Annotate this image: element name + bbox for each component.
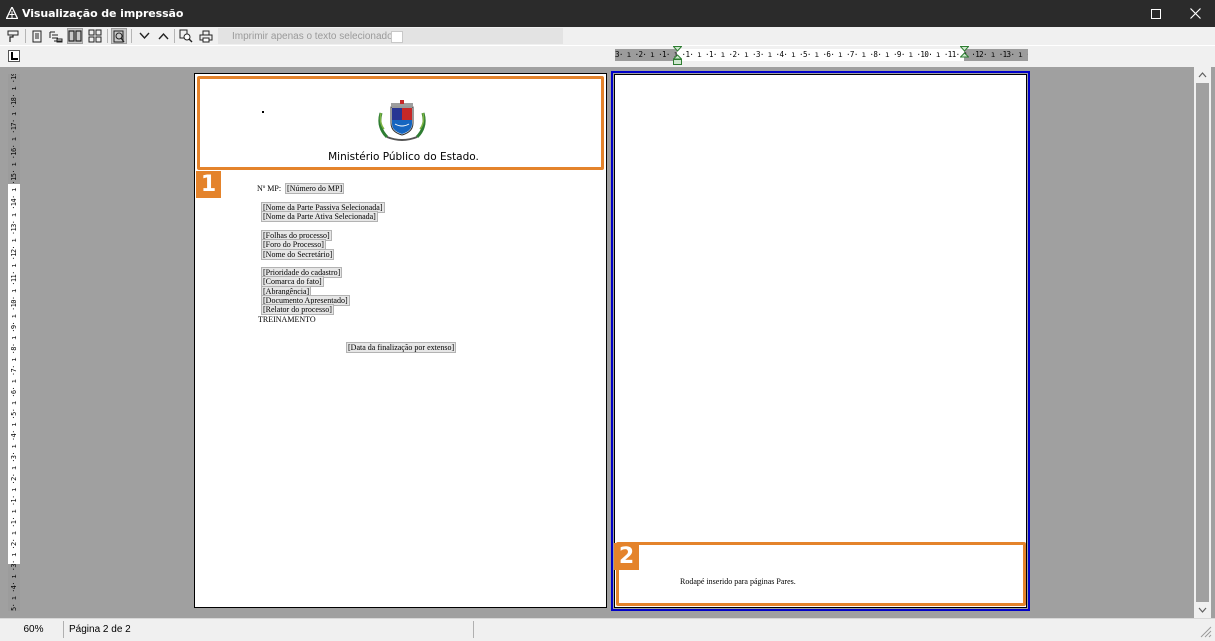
print-preview-zoom-button[interactable] (178, 28, 194, 44)
multiple-pages-icon (88, 29, 102, 43)
scroll-down-arrow[interactable] (1194, 602, 1211, 618)
chevron-up-icon (157, 32, 169, 40)
two-pages-icon (68, 30, 82, 42)
outline-icon (49, 31, 63, 42)
toolbar-separator (131, 29, 132, 43)
next-page-button[interactable] (136, 28, 152, 44)
header-dot (262, 111, 264, 113)
multiple-pages-button[interactable] (87, 28, 103, 44)
footer-callout: Rodapé inserido para páginas Pares. (616, 542, 1026, 606)
preview-canvas: 5· ı ·4· ı ·3· ı ·2· ı ·1· ı ·1· ı ·2· ı… (0, 67, 1215, 618)
magnifier-icon (179, 29, 193, 43)
app-icon (6, 7, 18, 19)
mp-number-field[interactable]: [Número do MP] (285, 183, 345, 194)
coat-of-arms-icon (378, 100, 426, 141)
scrollbar-thumb[interactable] (1196, 83, 1209, 602)
indent-marker-icon[interactable] (673, 46, 682, 66)
page-indicator: Página 2 de 2 (69, 624, 131, 635)
tab-stop-selector[interactable] (8, 50, 20, 62)
window-title: Visualização de impressão (22, 7, 184, 20)
toolbar-separator (25, 29, 26, 43)
organization-name: Ministério Público do Estado. (328, 151, 479, 163)
maximize-button[interactable] (1136, 0, 1176, 27)
vertical-ruler[interactable]: 5· ı ·4· ı ·3· ı ·2· ı ·1· ı ·1· ı ·2· ı… (8, 74, 20, 611)
print-selected-checkbox[interactable] (391, 31, 403, 43)
zoom-page-icon (113, 30, 125, 42)
print-selected-only-option[interactable]: Imprimir apenas o texto selecionado (218, 28, 563, 44)
vertical-ruler-scale: 5· ı ·4· ı ·3· ı ·2· ı ·1· ı ·1· ı ·2· ı… (10, 74, 18, 611)
close-icon (1189, 8, 1201, 19)
title-bar: Visualização de impressão (0, 0, 1215, 27)
active-party-field[interactable]: [Nome da Parte Ativa Selecionada] (261, 211, 378, 223)
scroll-up-arrow[interactable] (1194, 67, 1211, 83)
status-separator (473, 621, 474, 638)
completion-date-line: [Data da finalização por extenso] (346, 342, 457, 353)
single-page-button[interactable] (29, 28, 45, 44)
zoom-page-button[interactable] (111, 28, 127, 44)
completion-date-field[interactable]: [Data da finalização por extenso] (346, 342, 457, 353)
format-painter-button[interactable] (5, 28, 21, 44)
training-text: TREINAMENTO (258, 315, 316, 324)
parties-block: [Nome da Parte Passiva Selecionada] [Nom… (261, 202, 385, 223)
page-1[interactable]: Ministério Público do Estado. 1 Nº MP: [… (194, 73, 607, 608)
vertical-scrollbar[interactable] (1194, 67, 1211, 618)
toolbar-separator (107, 29, 108, 43)
header-callout: Ministério Público do Estado. (197, 76, 604, 170)
toolbar-separator (174, 29, 175, 43)
right-indent-marker-icon[interactable] (960, 46, 969, 58)
ruler-row: 3· ı ·2· ı ·1· ı ·1· ı ·1· ı ·2· ı ·3· ı… (0, 45, 1215, 67)
previous-page-button[interactable] (155, 28, 171, 44)
toolbar: Imprimir apenas o texto selecionado (0, 27, 1215, 45)
callout-badge-2: 2 (614, 543, 639, 570)
printer-icon (199, 30, 213, 42)
zoom-level[interactable]: 60% (4, 621, 64, 638)
details-block: [Prioridade do cadastro] [Comarca do fat… (261, 267, 350, 316)
format-painter-icon (7, 30, 19, 42)
horizontal-ruler[interactable]: 3· ı ·2· ı ·1· ı ·1· ı ·1· ı ·2· ı ·3· ı… (615, 46, 1028, 65)
process-block: [Folhas do processo] [Foro do Processo] … (261, 230, 335, 260)
chevron-down-icon (138, 32, 150, 40)
single-page-icon (32, 30, 42, 42)
callout-badge-1: 1 (196, 171, 221, 198)
resize-grip-icon[interactable] (1198, 624, 1212, 638)
print-button[interactable] (198, 28, 214, 44)
secretary-name-field[interactable]: [Nome do Secretário] (261, 248, 335, 260)
print-selected-label: Imprimir apenas o texto selecionado (232, 31, 393, 42)
page-2[interactable]: Rodapé inserido para páginas Pares. (614, 74, 1027, 608)
mp-number-label: Nº MP: (257, 184, 282, 193)
outline-view-button[interactable] (48, 28, 64, 44)
even-page-footer-text: Rodapé inserido para páginas Pares. (680, 577, 796, 586)
chevron-down-icon (1198, 607, 1207, 613)
mp-number-line: Nº MP: [Número do MP] (257, 183, 345, 194)
process-rapporteur-field[interactable]: [Relator do processo] (261, 304, 334, 316)
maximize-icon (1151, 8, 1161, 19)
close-button[interactable] (1175, 0, 1215, 27)
chevron-up-icon (1198, 72, 1207, 78)
two-pages-button[interactable] (67, 28, 83, 44)
status-bar: 60% Página 2 de 2 (0, 618, 1215, 641)
